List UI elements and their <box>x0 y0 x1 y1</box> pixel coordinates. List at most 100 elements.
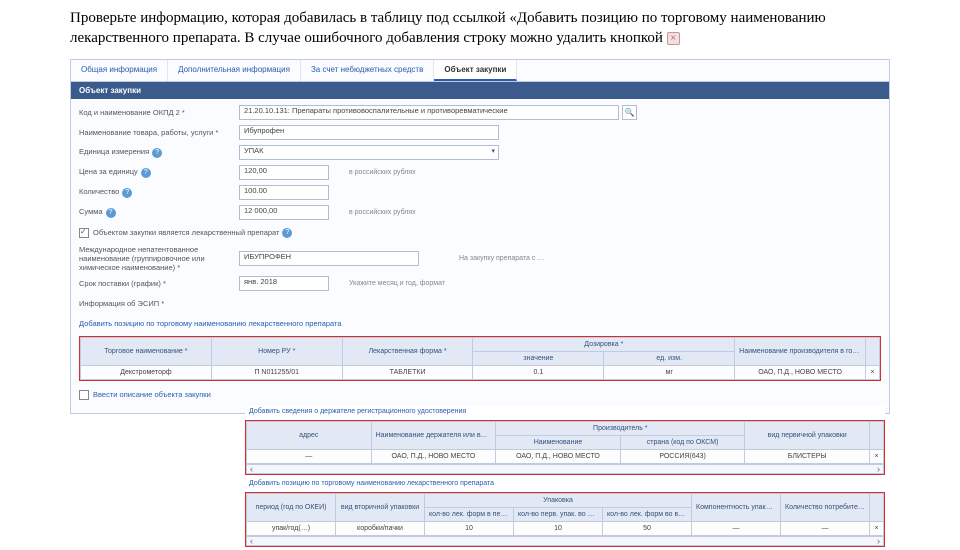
is-drug-checkbox[interactable] <box>79 228 89 238</box>
cell: 10 <box>514 522 603 536</box>
enter-description-label: Ввести описание объекта закупки <box>93 390 211 399</box>
th-pb: кол-во перв. упак. во втор. упак. <box>514 508 603 522</box>
add-position-link-2[interactable]: Добавить позицию по торговому наименован… <box>245 478 885 489</box>
th-secpack: вид вторичной упаковки <box>336 494 425 522</box>
add-holder-link[interactable]: Добавить сведения о держателе регистраци… <box>245 406 885 417</box>
unit-label: Единица измерения? <box>79 147 239 158</box>
table-row: упак/год(…) коробки/пачки 10 10 50 — — × <box>247 522 884 536</box>
cell: ТАБЛЕТКИ <box>342 365 473 379</box>
th-prod-grp: Производитель * <box>496 422 745 436</box>
enter-description-checkbox[interactable] <box>79 390 89 400</box>
holder-table-box: адрес Наименование держателя или владель… <box>245 420 885 475</box>
section-title: Объект закупки <box>71 82 889 99</box>
row-delete-button[interactable]: × <box>866 365 880 379</box>
name-label: Наименование товара, работы, услуги * <box>79 128 239 137</box>
tab-general[interactable]: Общая информация <box>71 60 168 81</box>
th-dosage-val: значение <box>473 351 604 365</box>
cell: мг <box>604 365 735 379</box>
cell: ОАО, П.Д., НОВО МЕСТО <box>735 365 866 379</box>
help-icon[interactable]: ? <box>106 208 116 218</box>
deadline-label: Срок поставки (график) * <box>79 279 239 288</box>
unit-select[interactable]: УПАК <box>239 145 499 160</box>
price-note: в российских рублях <box>349 169 416 176</box>
table-row: — ОАО, П.Д., НОВО МЕСТО ОАО, П.Д., НОВО … <box>247 450 884 464</box>
cell: Декстрометорф <box>81 365 212 379</box>
th-comp: Компонентность упаковки * <box>692 494 781 522</box>
qty-input[interactable]: 100.00 <box>239 185 329 200</box>
mnn-input[interactable]: ИБУПРОФЕН <box>239 251 419 266</box>
trade-name-table-box: Торговое наименование * Номер РУ * Лекар… <box>79 336 881 381</box>
th-holder: Наименование держателя или владельца РУ <box>371 422 496 450</box>
th-consumer: Количество потребительских упаковок <box>781 494 870 522</box>
package-table-box: период (год по ОКЕИ) вид вторичной упако… <box>245 492 885 547</box>
price-label: Цена за единицу? <box>79 167 239 178</box>
sum-label: Сумма? <box>79 207 239 218</box>
scrollbar[interactable] <box>246 536 884 546</box>
main-panel: Общая информация Дополнительная информац… <box>70 59 890 414</box>
help-icon[interactable]: ? <box>122 188 132 198</box>
okpd-label: Код и наименование ОКПД 2 * <box>79 108 239 117</box>
help-icon[interactable]: ? <box>282 228 292 238</box>
extra-label: Информация об ЭСИП * <box>79 299 239 308</box>
mnn-note: На закупку препарата с … <box>459 255 544 262</box>
cell: БЛИСТЕРЫ <box>745 450 870 464</box>
search-icon[interactable]: 🔍 <box>622 105 637 120</box>
th-ru: Номер РУ * <box>211 337 342 365</box>
cell: упак/год(…) <box>247 522 336 536</box>
row-delete-button[interactable]: × <box>870 450 884 464</box>
th-prod-name: Наименование <box>496 436 621 450</box>
table-row: Декстрометорф П N011255/01 ТАБЛЕТКИ 0.1 … <box>81 365 880 379</box>
deadline-input[interactable]: янв. 2018 <box>239 276 329 291</box>
th-del <box>870 422 884 450</box>
th-pc: кол-во лек. форм во втор. упак. <box>603 508 692 522</box>
th-period: период (год по ОКЕИ) <box>247 494 336 522</box>
th-tradename: Торговое наименование * <box>81 337 212 365</box>
th-dosage: Дозировка * <box>473 337 735 351</box>
cell: — <box>781 522 870 536</box>
package-table: период (год по ОКЕИ) вид вторичной упако… <box>246 493 884 536</box>
help-icon[interactable]: ? <box>152 148 162 158</box>
cell: 0.1 <box>473 365 604 379</box>
cell: — <box>247 450 372 464</box>
cell: 10 <box>425 522 514 536</box>
holder-table: адрес Наименование держателя или владель… <box>246 421 884 464</box>
th-country: страна (код по ОКСМ) <box>620 436 745 450</box>
delete-icon: × <box>667 32 680 45</box>
deadline-note: Укажите месяц и год, формат <box>349 280 445 287</box>
floating-tables: Добавить сведения о держателе регистраци… <box>245 406 885 550</box>
th-form: Лекарственная форма * <box>342 337 473 365</box>
cell: ОАО, П.Д., НОВО МЕСТО <box>496 450 621 464</box>
cell: — <box>692 522 781 536</box>
th-pack-grp: Упаковка <box>425 494 692 508</box>
th-producer: Наименование производителя в государстве <box>735 337 866 365</box>
qty-label: Количество? <box>79 187 239 198</box>
th-del <box>870 494 884 522</box>
object-form: Код и наименование ОКПД 2 * 21.20.10.131… <box>71 99 889 413</box>
okpd-input[interactable]: 21.20.10.131: Препараты противовоспалите… <box>239 105 619 120</box>
is-drug-label: Объектом закупки является лекарственный … <box>93 228 279 237</box>
add-position-link[interactable]: Добавить позицию по торговому наименован… <box>79 319 342 328</box>
th-dosage-unit: ед. изм. <box>604 351 735 365</box>
th-del <box>866 337 880 365</box>
th-pa: кол-во лек. форм в перв. упак. <box>425 508 514 522</box>
tab-additional[interactable]: Дополнительная информация <box>168 60 301 81</box>
instruction-text: Проверьте информацию, которая добавилась… <box>0 0 960 55</box>
row-delete-button[interactable]: × <box>870 522 884 536</box>
sum-input[interactable]: 12 000,00 <box>239 205 329 220</box>
th-addr: адрес <box>247 422 372 450</box>
help-icon[interactable]: ? <box>141 168 151 178</box>
cell: П N011255/01 <box>211 365 342 379</box>
trade-name-table: Торговое наименование * Номер РУ * Лекар… <box>80 337 880 380</box>
cell: 50 <box>603 522 692 536</box>
cell: коробки/пачки <box>336 522 425 536</box>
tab-bar: Общая информация Дополнительная информац… <box>71 60 889 82</box>
mnn-label: Международное непатентованное наименован… <box>79 245 239 272</box>
name-input[interactable]: Ибупрофен <box>239 125 499 140</box>
price-input[interactable]: 120,00 <box>239 165 329 180</box>
tab-object[interactable]: Объект закупки <box>434 60 517 81</box>
scrollbar[interactable] <box>246 464 884 474</box>
tab-nonbudget[interactable]: За счет небюджетных средств <box>301 60 434 81</box>
th-pack: вид первичной упаковки <box>745 422 870 450</box>
cell: ОАО, П.Д., НОВО МЕСТО <box>371 450 496 464</box>
cell: РОССИЯ(643) <box>620 450 745 464</box>
